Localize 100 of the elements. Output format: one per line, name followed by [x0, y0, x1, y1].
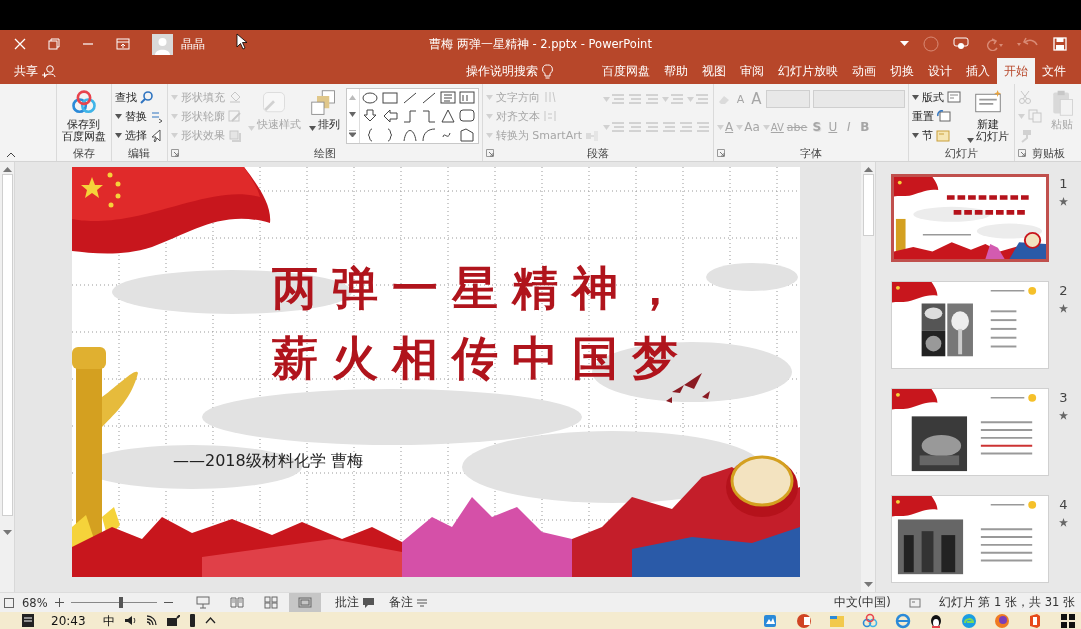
zoom-in-icon[interactable]: [54, 598, 64, 607]
lines-icon: [679, 121, 693, 133]
lines-icon: [628, 93, 642, 105]
scissors-icon: [1018, 90, 1032, 105]
layout-button[interactable]: 版式: [912, 88, 961, 107]
arrange-button[interactable]: 排列: [306, 88, 342, 145]
pen-outline-icon: [227, 109, 242, 124]
scrollbar[interactable]: [0, 162, 15, 592]
language-status[interactable]: 中文(中国): [833, 595, 891, 610]
save-icon[interactable]: [1053, 37, 1067, 51]
scrollbar-thumb[interactable]: [1, 174, 13, 516]
lines-icon: [611, 93, 625, 105]
office-icon[interactable]: [1027, 612, 1043, 629]
new-slide-button[interactable]: 新建 幻灯片: [965, 88, 1011, 145]
ribbon-tab[interactable]: 文件: [1035, 58, 1073, 84]
browser-icon[interactable]: [994, 612, 1010, 629]
scroll-down-icon[interactable]: [2, 530, 12, 536]
slide-sorter-icon: [263, 596, 278, 609]
user-name[interactable]: 晶晶: [181, 36, 205, 52]
star-icon: [1059, 304, 1068, 313]
notification-icon[interactable]: [22, 614, 34, 627]
touch-mode-icon[interactable]: [953, 37, 969, 51]
dialog-launcher-icon[interactable]: [1018, 149, 1026, 157]
tell-me-search[interactable]: 操作说明搜索: [456, 58, 563, 84]
network-icon[interactable]: [165, 615, 180, 626]
wifi-icon[interactable]: [144, 615, 157, 626]
search-button[interactable]: 查找: [114, 88, 164, 107]
pen-icon[interactable]: [188, 614, 196, 627]
lines-icon: [696, 121, 710, 133]
notes-button[interactable]: 备注: [384, 593, 432, 612]
reset-button[interactable]: 重置: [912, 107, 961, 126]
accessibility-icon[interactable]: [908, 596, 921, 609]
share-button[interactable]: 共享: [0, 58, 66, 84]
close-icon[interactable]: [14, 38, 26, 50]
group-label: 编辑: [128, 145, 151, 161]
scroll-up-icon[interactable]: [2, 166, 12, 172]
ribbon-tab[interactable]: 视图: [695, 58, 733, 84]
ribbon-tab[interactable]: 幻灯片放映: [771, 58, 845, 84]
scroll-up-icon[interactable]: [863, 166, 873, 172]
slide-title: 两弹一星精神，: [272, 260, 692, 317]
ribbon-tab[interactable]: 审阅: [733, 58, 771, 84]
dialog-launcher-icon[interactable]: [170, 149, 179, 157]
show-hidden-icon[interactable]: [204, 617, 216, 624]
slide-thumbnail[interactable]: [891, 174, 1049, 262]
scrollbar-thumb[interactable]: [862, 174, 874, 236]
browser-icon[interactable]: [961, 612, 977, 629]
mouse-cursor-icon: [236, 33, 248, 50]
shape-effects-icon: [227, 128, 242, 143]
fit-slide-icon[interactable]: [4, 597, 14, 608]
view-button[interactable]: [288, 593, 321, 612]
customize-caret-icon[interactable]: [900, 41, 909, 47]
ribbon-tab[interactable]: 切换: [883, 58, 921, 84]
ribbon-tab[interactable]: 开始: [997, 58, 1035, 84]
ribbon-tab[interactable]: 设计: [921, 58, 959, 84]
start-icon[interactable]: [1060, 612, 1076, 629]
scroll-down-icon[interactable]: [863, 582, 873, 588]
browser-icon[interactable]: [895, 612, 911, 629]
ribbon-tab[interactable]: 帮助: [657, 58, 695, 84]
comment-icon: [361, 596, 375, 609]
ribbon-tab[interactable]: 动画: [845, 58, 883, 84]
person-add-icon: [42, 64, 56, 78]
reset-icon: [937, 109, 951, 124]
ribbon-display-icon[interactable]: [116, 38, 130, 50]
slide-count-status: 幻灯片 第 1 张，共 31 张: [938, 595, 1075, 610]
collapse-ribbon-icon[interactable]: [6, 152, 16, 158]
search-icon: [139, 90, 154, 105]
scrollbar[interactable]: [861, 162, 876, 592]
app-icon[interactable]: [763, 612, 779, 629]
ribbon-tab[interactable]: 百度网盘: [595, 58, 657, 84]
dialog-launcher-icon[interactable]: [485, 149, 494, 157]
lines-icon: [645, 93, 659, 105]
volume-icon[interactable]: [123, 615, 136, 626]
group-label: 剪贴板: [1031, 145, 1065, 161]
more-icon[interactable]: [349, 129, 357, 137]
zoom-level[interactable]: 68%: [18, 593, 52, 612]
slide-number: 1: [1059, 176, 1068, 191]
restore-icon[interactable]: [48, 38, 60, 50]
comments-button[interactable]: 批注: [330, 593, 379, 612]
section-button[interactable]: 节: [912, 126, 961, 145]
presentation-app-icon[interactable]: [796, 612, 812, 629]
text-direction-icon: [542, 90, 557, 105]
ribbon-tab[interactable]: 插入: [959, 58, 997, 84]
group-label: 段落: [586, 145, 609, 161]
clock-time[interactable]: 20:43: [51, 612, 86, 629]
slide-title: 薪火相传中国梦: [272, 330, 692, 387]
dialog-launcher-icon[interactable]: [717, 149, 725, 157]
group-label: 幻灯片: [945, 145, 978, 161]
input-method-indicator[interactable]: 中: [102, 612, 115, 629]
smartart-icon: [585, 128, 599, 143]
star-icon: [1059, 197, 1068, 206]
replace-button[interactable]: 替换: [114, 107, 164, 126]
scroll-down-icon[interactable]: [349, 112, 357, 118]
group-label: 字体: [800, 145, 822, 161]
cloud-disk-button[interactable]: 保存到 百度网盘: [59, 88, 108, 145]
cloud-disk-icon[interactable]: [862, 612, 878, 629]
lines-icon: [662, 121, 676, 133]
penguin-icon[interactable]: [928, 612, 944, 629]
cursor-select-button[interactable]: 选择: [114, 126, 164, 145]
lines-icon: [628, 121, 642, 133]
copy-icon: [1028, 109, 1042, 124]
